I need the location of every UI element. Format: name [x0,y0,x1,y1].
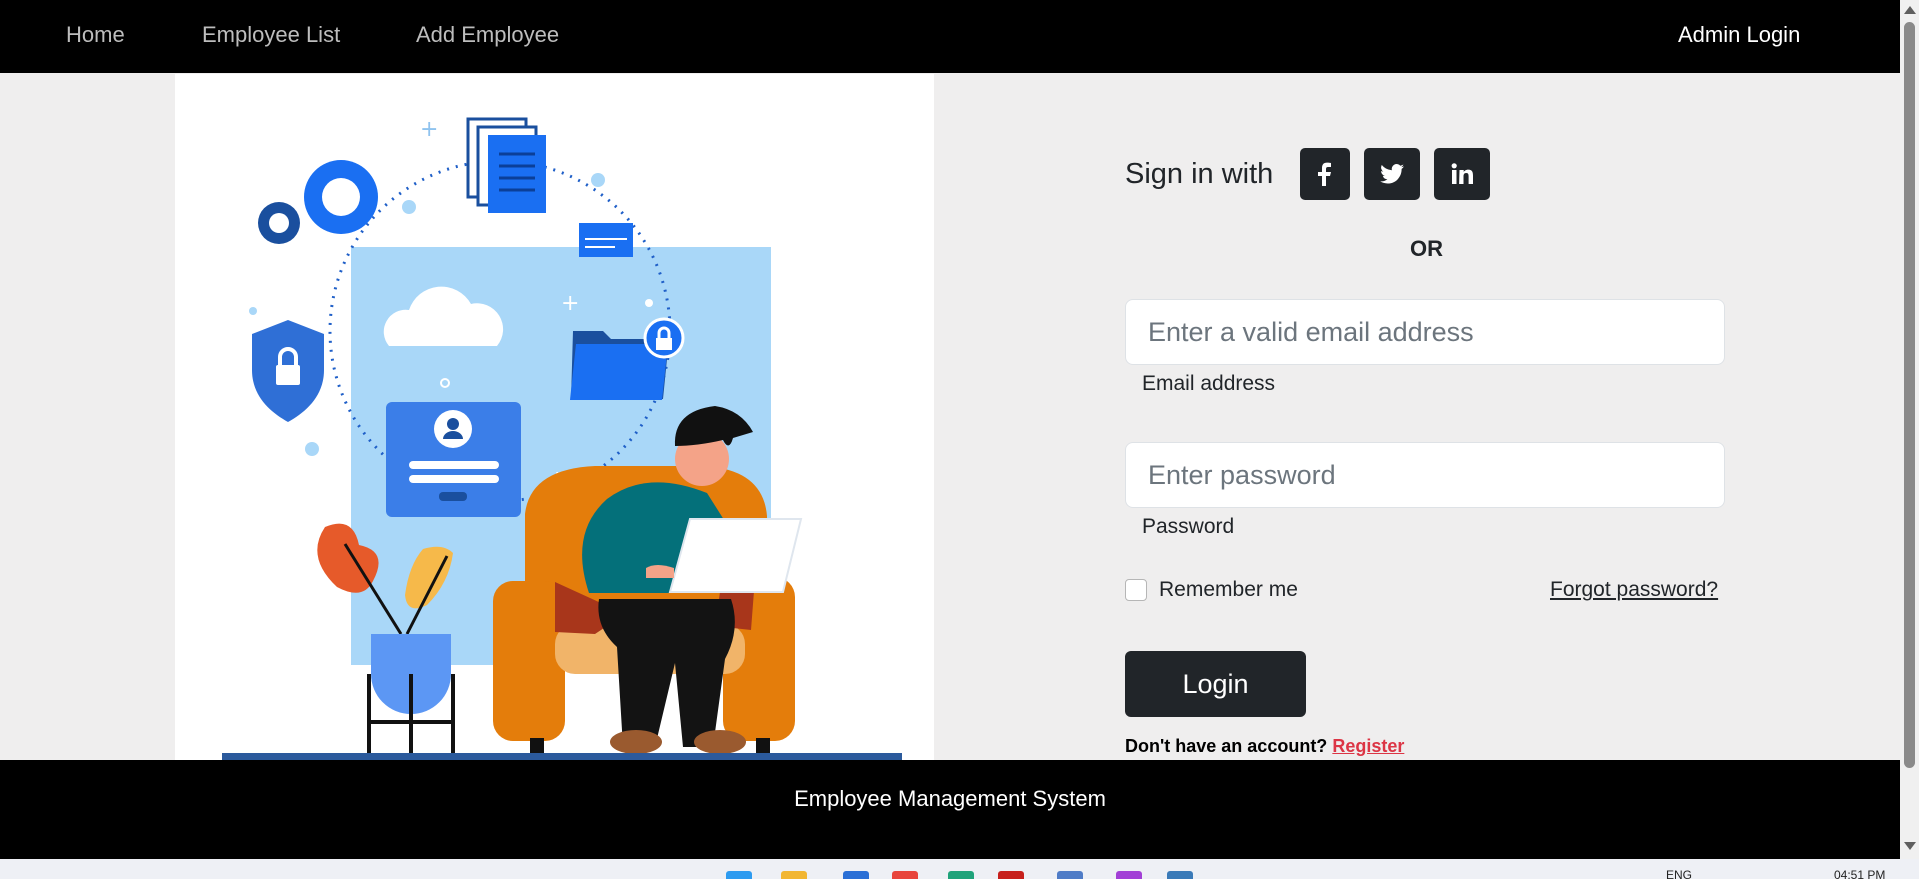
start-menu-icon[interactable] [726,871,752,879]
os-taskbar: ENG 04:51 PM [0,859,1919,879]
file-explorer-icon[interactable] [781,871,807,879]
email-input[interactable] [1125,299,1725,365]
scroll-up-arrow-icon[interactable] [1904,6,1916,14]
password-input[interactable] [1125,442,1725,508]
mail-icon[interactable] [1057,871,1083,879]
password-label: Password [1142,515,1235,538]
clock-time[interactable]: 04:51 PM [1834,868,1885,879]
svg-text:+: + [561,291,579,316]
svg-text:+: + [420,117,438,142]
twitter-button[interactable] [1364,148,1421,200]
facebook-icon [1318,162,1332,186]
linkedin-button[interactable] [1434,148,1491,200]
register-link[interactable]: Register [1332,736,1404,756]
email-label: Email address [1142,372,1276,395]
vertical-scrollbar[interactable] [1900,0,1919,859]
edge-icon[interactable] [948,871,974,879]
footer-title: Employee Management System [794,785,1106,811]
page-footer: Employee Management System [0,760,1900,859]
nav-add-employee-link[interactable]: Add Employee [416,22,559,48]
forgot-password-link[interactable]: Forgot password? [1550,578,1718,602]
linkedin-icon [1451,163,1474,184]
acrobat-icon[interactable] [998,871,1024,879]
register-prompt-text: Don't have an account? [1125,736,1328,756]
login-illustration: + + + [175,74,934,760]
login-card-graphic [386,402,521,517]
signin-with-label: Sign in with [1125,157,1274,190]
nav-home-link[interactable]: Home [66,22,125,48]
register-prompt: Don't have an account? Register [1125,736,1404,757]
twitter-icon [1380,164,1405,184]
documents-icon [466,117,546,213]
scroll-down-arrow-icon[interactable] [1904,842,1916,850]
nav-admin-login-link[interactable]: Admin Login [1678,22,1800,48]
browser-icon[interactable] [892,871,918,879]
nav-employee-list-link[interactable]: Employee List [202,22,340,48]
password-field-group: Password [1125,442,1725,539]
remember-me-row: Remember me [1125,578,1298,602]
instagram-icon[interactable] [1116,871,1142,879]
facebook-button[interactable] [1300,148,1351,200]
vscode-icon[interactable] [843,871,869,879]
or-divider-text: OR [1410,236,1443,261]
shield-lock-icon [252,320,324,422]
login-button[interactable]: Login [1125,651,1306,717]
language-indicator[interactable]: ENG [1666,868,1692,879]
top-navbar: Home Employee List Add Employee Admin Lo… [0,0,1900,73]
scroll-thumb[interactable] [1904,22,1915,768]
login-illustration-graphic: + + + [222,117,902,760]
remember-me-label: Remember me [1159,578,1298,601]
remember-me-checkbox[interactable] [1125,579,1147,601]
email-field-group: Email address [1125,299,1725,396]
app-icon[interactable] [1167,871,1193,879]
gear-icon [258,160,378,244]
social-signin-row: Sign in with [1125,148,1504,200]
